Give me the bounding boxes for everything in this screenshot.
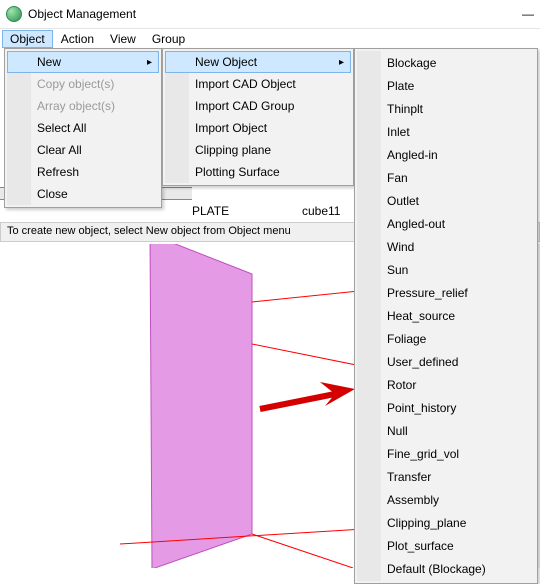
new-submenu: New Object ▸ Import CAD Object Import CAD G… (162, 48, 354, 186)
menu-item-array-object-s: Array object(s) (7, 95, 159, 117)
menu-item-pressure-relief[interactable]: Pressure_relief (357, 281, 535, 304)
menu-item-label: Inlet (387, 125, 410, 139)
menu-item-label: Plate (387, 79, 414, 93)
window-title: Object Management (28, 7, 522, 21)
menu-item-point-history[interactable]: Point_history (357, 396, 535, 419)
menu-item-label: Foliage (387, 332, 426, 346)
menu-item-default-blockage[interactable]: Default (Blockage) (357, 557, 535, 580)
menu-item-label: Point_history (387, 401, 456, 415)
menu-item-label: Rotor (387, 378, 416, 392)
app-icon (6, 6, 22, 22)
menu-item-plot-surface[interactable]: Plot_surface (357, 534, 535, 557)
titlebar: Object Management — (0, 0, 540, 28)
menu-item-rotor[interactable]: Rotor (357, 373, 535, 396)
menu-item-label: Thinplt (387, 102, 423, 116)
menubar-item-action[interactable]: Action (53, 30, 102, 48)
menu-item-label: Refresh (37, 165, 79, 179)
menu-item-label: Pressure_relief (387, 286, 468, 300)
menu-item-plotting-surface[interactable]: Plotting Surface (165, 161, 351, 183)
menu-item-label: Default (Blockage) (387, 562, 486, 576)
menu-item-label: Copy object(s) (37, 77, 114, 91)
menu-item-label: Import Object (195, 121, 267, 135)
menu-item-copy-object-s: Copy object(s) (7, 73, 159, 95)
menu-item-label: Transfer (387, 470, 431, 484)
menu-item-outlet[interactable]: Outlet (357, 189, 535, 212)
menu-item-label: Import CAD Object (195, 77, 296, 91)
menu-item-label: Clipping plane (195, 143, 271, 157)
direction-arrow (260, 382, 355, 409)
menu-item-clear-all[interactable]: Clear All (7, 139, 159, 161)
menu-item-label: Angled-out (387, 217, 445, 231)
menu-item-label: Null (387, 424, 408, 438)
menu-item-label: Select All (37, 121, 86, 135)
menu-item-label: Blockage (387, 56, 436, 70)
menu-item-angled-in[interactable]: Angled-in (357, 143, 535, 166)
object-face (150, 244, 252, 568)
menu-item-close[interactable]: Close (7, 183, 159, 205)
minimize-button[interactable]: — (522, 7, 534, 21)
new-object-type-submenu: Blockage Plate Thinplt Inlet Angled-in Fan Out… (354, 48, 538, 584)
menu-item-user-defined[interactable]: User_defined (357, 350, 535, 373)
menu-item-import-cad-group[interactable]: Import CAD Group (165, 95, 351, 117)
submenu-arrow-icon: ▸ (339, 57, 344, 68)
menu-item-import-object[interactable]: Import Object (165, 117, 351, 139)
menu-item-label: Heat_source (387, 309, 455, 323)
menu-item-label: User_defined (387, 355, 458, 369)
menu-item-assembly[interactable]: Assembly (357, 488, 535, 511)
menu-item-transfer[interactable]: Transfer (357, 465, 535, 488)
menu-item-label: Outlet (387, 194, 419, 208)
menu-item-clipping-plane[interactable]: Clipping plane (165, 139, 351, 161)
menu-item-new[interactable]: New ▸ (7, 51, 159, 73)
menu-item-label: Fan (387, 171, 408, 185)
menu-item-refresh[interactable]: Refresh (7, 161, 159, 183)
menu-item-label: New Object (195, 55, 257, 69)
wireframe-edge (252, 534, 353, 568)
menu-item-heat-source[interactable]: Heat_source (357, 304, 535, 327)
menu-item-label: New (37, 55, 61, 69)
menu-item-label: Fine_grid_vol (387, 447, 459, 461)
menu-item-blockage[interactable]: Blockage (357, 51, 535, 74)
menu-item-clipping-plane[interactable]: Clipping_plane (357, 511, 535, 534)
menu-item-wind[interactable]: Wind (357, 235, 535, 258)
menubar-item-group[interactable]: Group (144, 30, 193, 48)
menu-item-label: Import CAD Group (195, 99, 294, 113)
menu-item-fan[interactable]: Fan (357, 166, 535, 189)
menu-item-angled-out[interactable]: Angled-out (357, 212, 535, 235)
menu-item-label: Plot_surface (387, 539, 454, 553)
menu-item-label: Clipping_plane (387, 516, 466, 530)
menubar: Object Action View Group (0, 28, 540, 48)
menu-item-select-all[interactable]: Select All (7, 117, 159, 139)
menubar-item-view[interactable]: View (102, 30, 144, 48)
menu-item-thinplt[interactable]: Thinplt (357, 97, 535, 120)
menu-item-sun[interactable]: Sun (357, 258, 535, 281)
menu-item-fine-grid-vol[interactable]: Fine_grid_vol (357, 442, 535, 465)
menubar-item-object[interactable]: Object (2, 30, 53, 48)
menu-item-inlet[interactable]: Inlet (357, 120, 535, 143)
menu-item-label: Sun (387, 263, 408, 277)
menu-item-new-object[interactable]: New Object ▸ (165, 51, 351, 73)
menu-item-label: Clear All (37, 143, 82, 157)
menu-item-import-cad-object[interactable]: Import CAD Object (165, 73, 351, 95)
row-name: cube11 (302, 204, 340, 218)
submenu-arrow-icon: ▸ (147, 57, 152, 68)
menu-item-foliage[interactable]: Foliage (357, 327, 535, 350)
menu-item-label: Array object(s) (37, 99, 115, 113)
menu-item-label: Wind (387, 240, 414, 254)
menu-item-null[interactable]: Null (357, 419, 535, 442)
menu-item-label: Close (37, 187, 68, 201)
menu-item-plate[interactable]: Plate (357, 74, 535, 97)
menu-item-label: Plotting Surface (195, 165, 280, 179)
object-list-row[interactable]: PLATE cube11 (192, 202, 340, 220)
row-type: PLATE (192, 204, 302, 218)
menu-item-label: Angled-in (387, 148, 438, 162)
object-menu: New ▸ Copy object(s) Array object(s) Select … (4, 48, 162, 208)
menu-item-label: Assembly (387, 493, 439, 507)
